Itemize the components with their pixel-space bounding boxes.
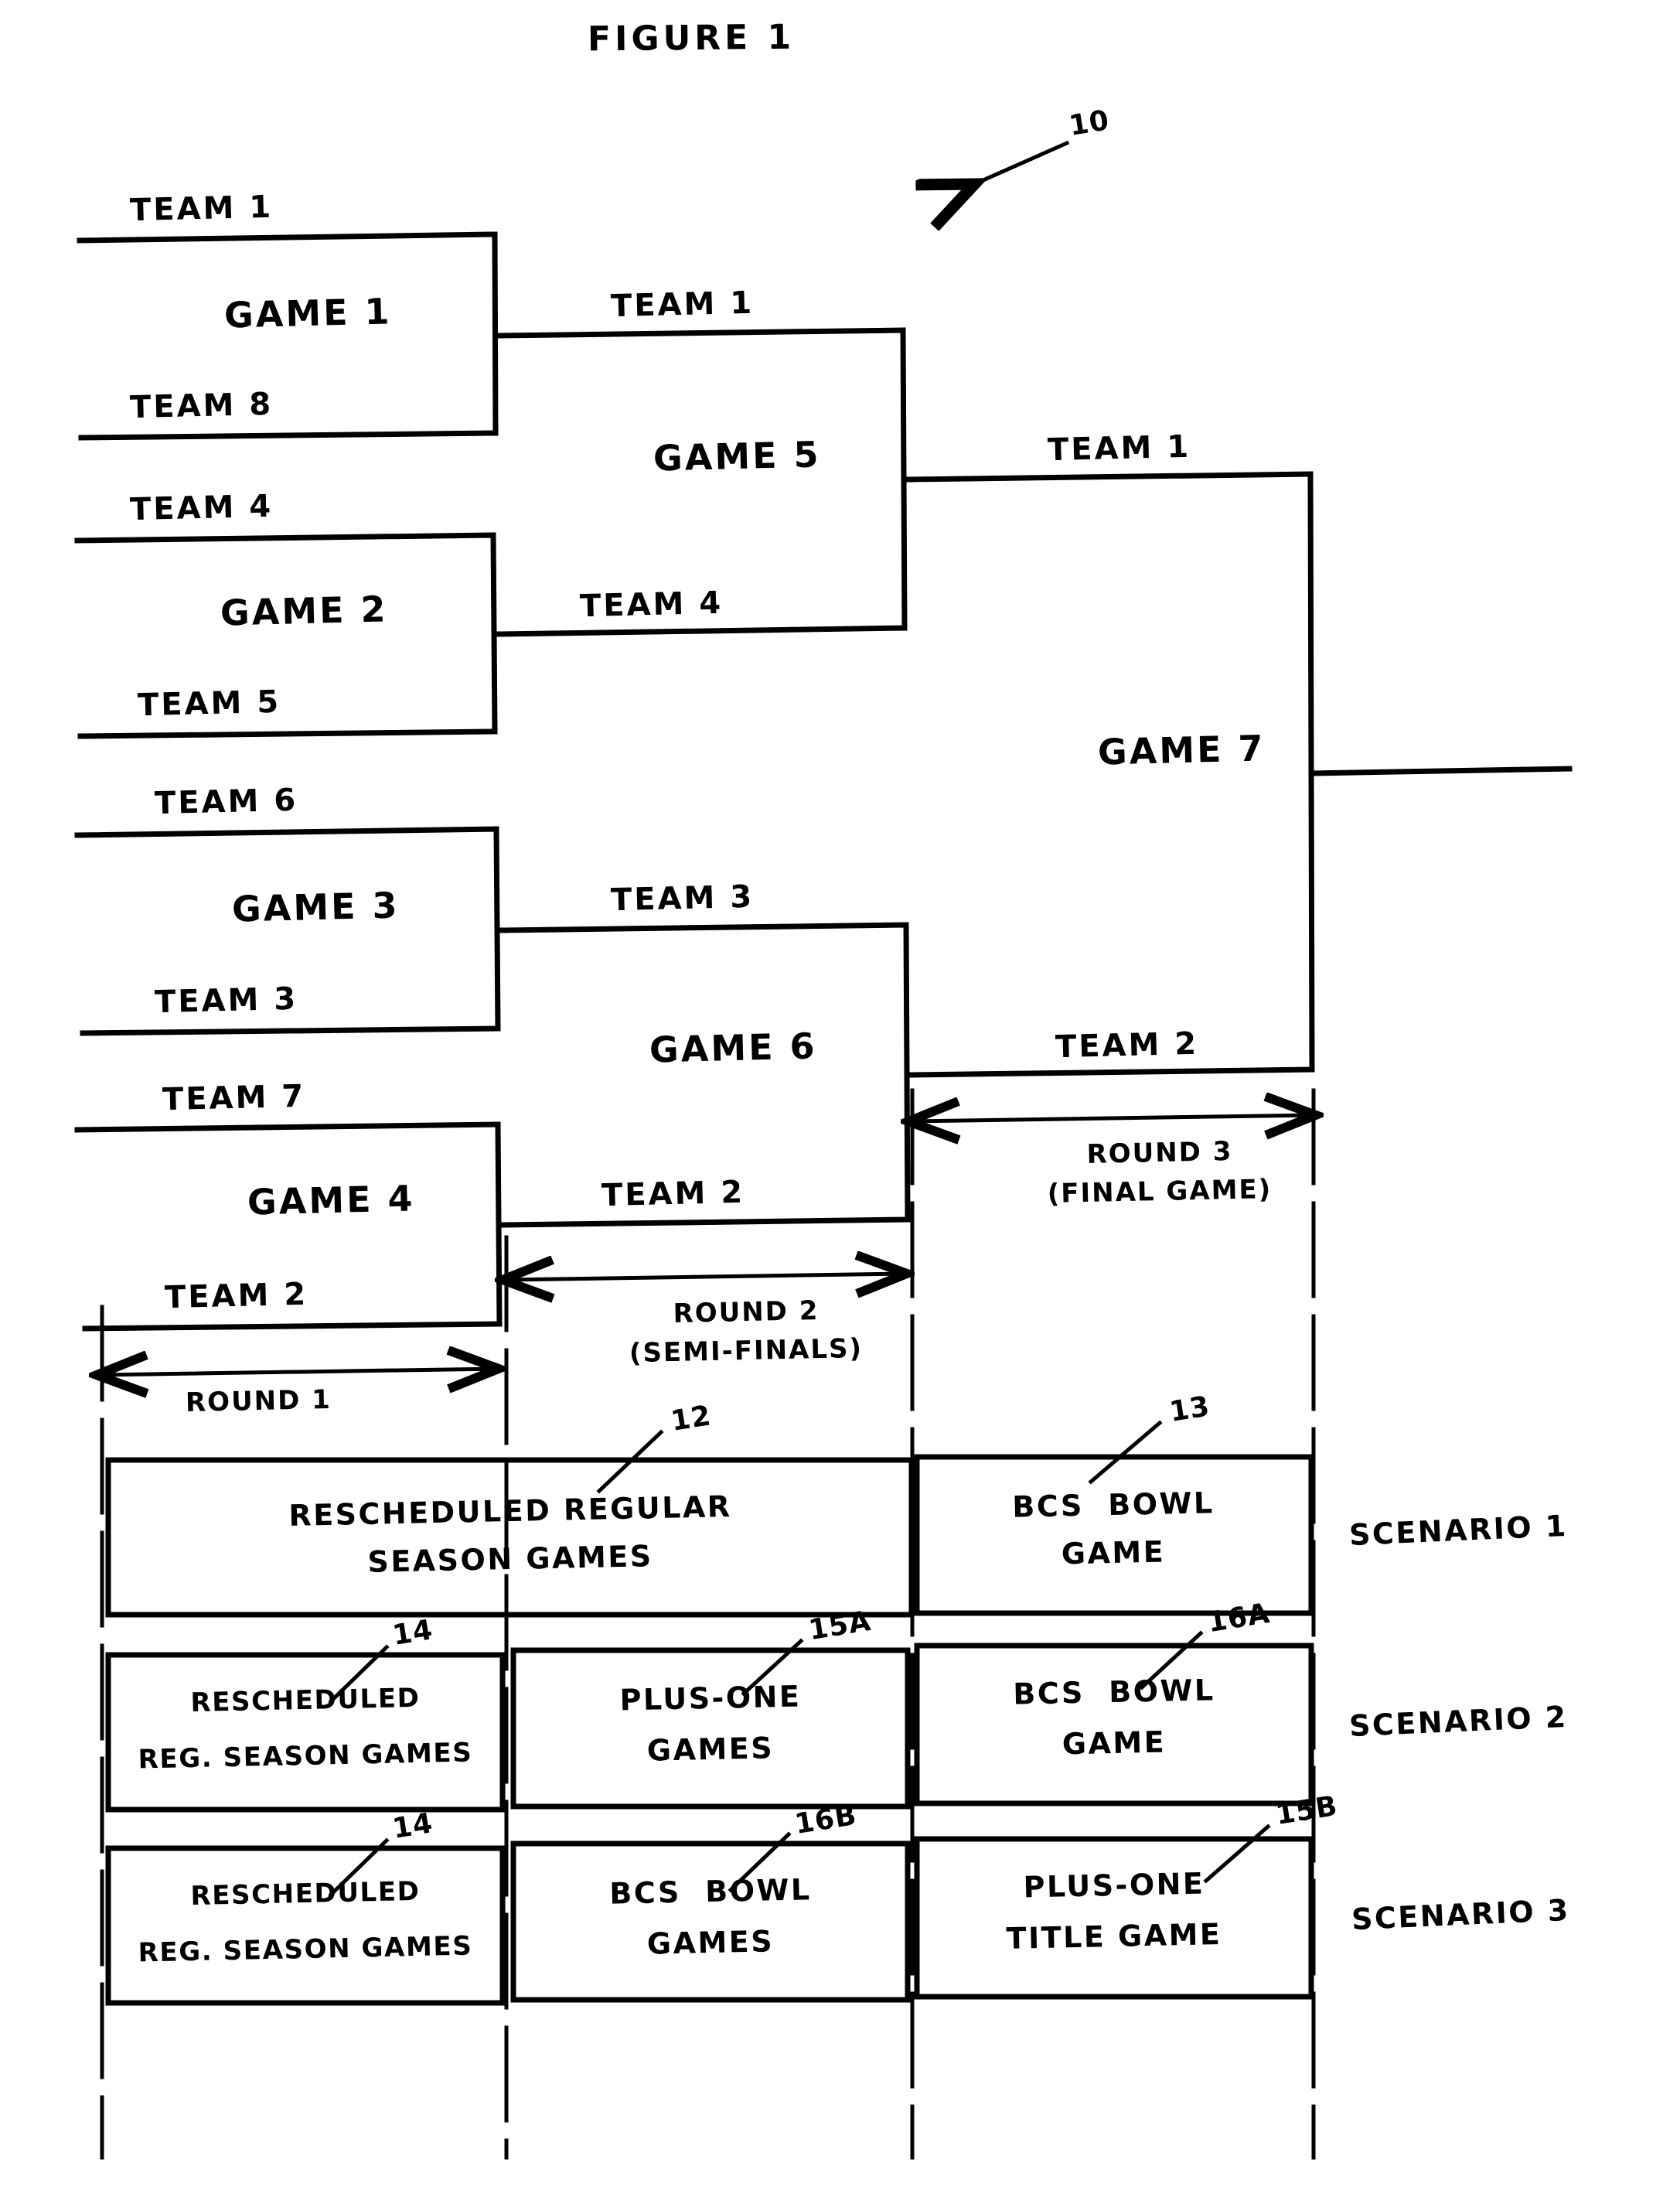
round1-game1-bottom-team: TEAM 8 bbox=[129, 386, 274, 426]
round3-game7-top-team: TEAM 1 bbox=[1047, 428, 1191, 469]
round1-game2-bottom-team: TEAM 5 bbox=[137, 684, 281, 724]
round3-span-label-line1: ROUND 3 bbox=[1086, 1136, 1233, 1170]
round1-game3-label: GAME 3 bbox=[231, 884, 400, 930]
round1-game2-label: GAME 2 bbox=[220, 588, 389, 634]
round2-game5-top-team: TEAM 1 bbox=[610, 285, 755, 325]
scenario3-cell3-line2: TITLE GAME bbox=[1006, 1917, 1222, 1956]
scenario1-cell2-line1: BCS BOWL bbox=[1011, 1486, 1215, 1524]
round1-span-label: ROUND 1 bbox=[185, 1384, 332, 1418]
reference-numeral-12: 12 bbox=[669, 1400, 714, 1438]
round1-game3-bottom-team: TEAM 3 bbox=[154, 981, 298, 1021]
reference-numeral-14-s2: 14 bbox=[390, 1614, 435, 1652]
scenario2-cell3-line1: BCS BOWL bbox=[1012, 1673, 1216, 1711]
round3-game7-bottom-team: TEAM 2 bbox=[1055, 1025, 1199, 1066]
patent-figure-page: FIGURE 1 10 TEAM 1 GAME 1 TEAM 8 TEAM 4 … bbox=[0, 0, 1680, 2197]
round2-game6-bottom-team: TEAM 2 bbox=[601, 1174, 745, 1214]
round1-game1-label: GAME 1 bbox=[223, 290, 393, 336]
round2-game6-top-team: TEAM 3 bbox=[610, 878, 755, 919]
scenario1-cell2-line2: GAME bbox=[1061, 1534, 1166, 1571]
reference-numeral-14-s3: 14 bbox=[390, 1807, 435, 1845]
round1-game2-top-team: TEAM 4 bbox=[129, 488, 274, 528]
scenario2-cell2-line1: PLUS-ONE bbox=[619, 1679, 802, 1718]
round2-game6-label: GAME 6 bbox=[649, 1025, 818, 1071]
round1-game3-top-team: TEAM 6 bbox=[154, 782, 298, 822]
round1-game1-top-team: TEAM 1 bbox=[129, 189, 274, 229]
round1-game4-bottom-team: TEAM 2 bbox=[164, 1276, 308, 1316]
scenario2-cell3-line2: GAME bbox=[1062, 1725, 1167, 1762]
round1-game4-label: GAME 4 bbox=[247, 1177, 416, 1223]
reference-numeral-13: 13 bbox=[1167, 1390, 1212, 1428]
round2-game5-bottom-team: TEAM 4 bbox=[579, 585, 724, 625]
reference-numeral-10: 10 bbox=[1067, 104, 1112, 142]
round1-game4-top-team: TEAM 7 bbox=[162, 1078, 306, 1118]
round2-span-label-line2: (SEMI-FINALS) bbox=[629, 1332, 864, 1370]
round2-span-label-line1: ROUND 2 bbox=[673, 1295, 820, 1329]
scenario3-cell2-line2: GAMES bbox=[646, 1924, 775, 1961]
scenario3-cell2-line1: BCS BOWL bbox=[608, 1872, 813, 1911]
round3-game7-label: GAME 7 bbox=[1097, 727, 1266, 773]
round2-game5-label: GAME 5 bbox=[653, 433, 822, 479]
scenario3-cell3-line1: PLUS-ONE bbox=[1023, 1866, 1205, 1905]
scenario2-cell2-line2: GAMES bbox=[646, 1731, 775, 1768]
figure-title: FIGURE 1 bbox=[587, 17, 796, 60]
